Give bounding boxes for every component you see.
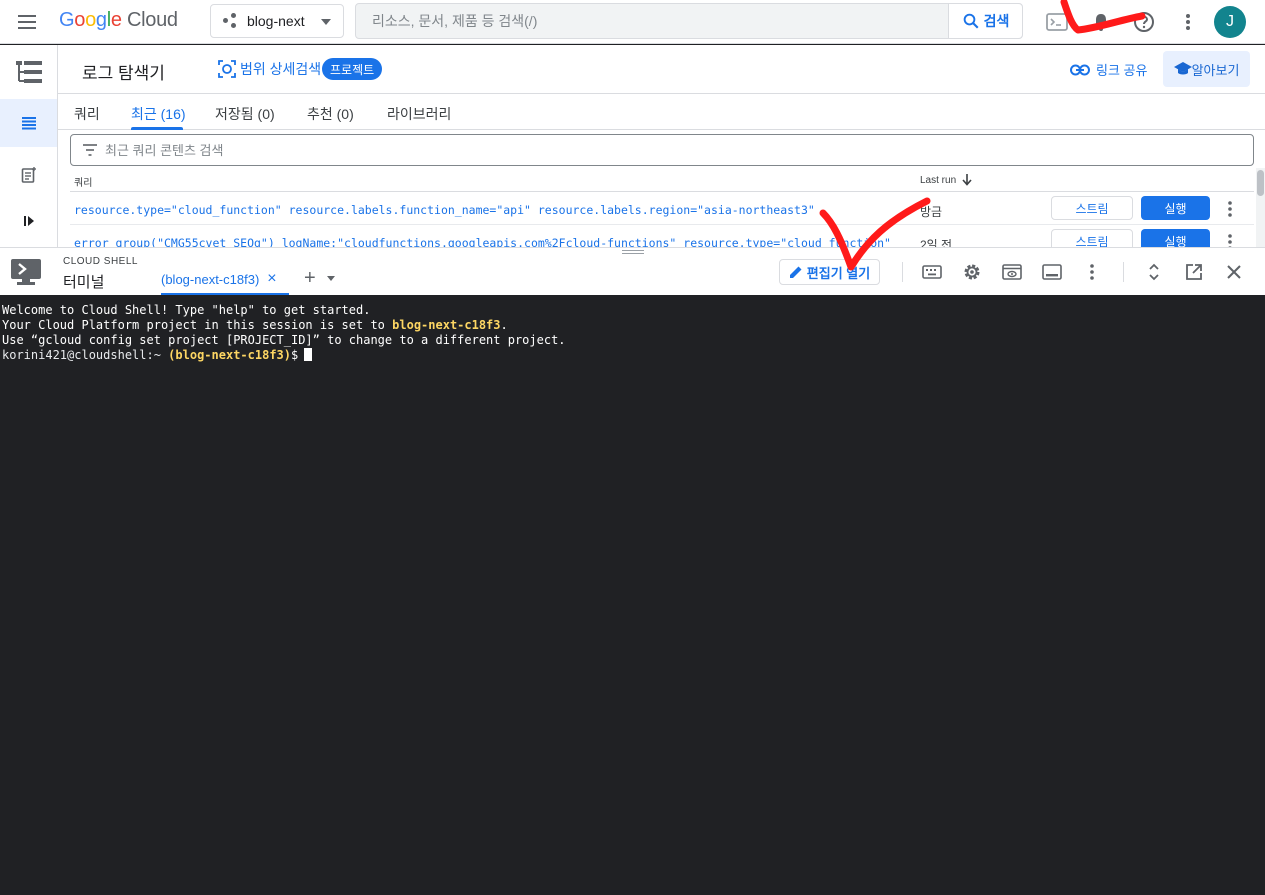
link-icon [1070,64,1090,75]
resize-handle[interactable] [622,250,644,254]
more-vert-icon[interactable] [1176,10,1200,34]
logs-explorer-nav-icon[interactable] [0,99,57,147]
project-name: blog-next [247,13,305,29]
cloud-shell-header: CLOUD SHELL 터미널 (blog-next-c18f3) × + 편집… [0,247,1265,295]
run-button[interactable]: 실행 [1141,229,1210,247]
column-header-last-run[interactable]: Last run [920,174,972,186]
add-tab-icon[interactable]: + [304,267,316,290]
main-menu-icon[interactable] [14,10,42,34]
last-run-time: 방금 [920,205,943,219]
search-icon [963,13,979,29]
terminal-line: Welcome to Cloud Shell! Type "help" to g… [2,303,371,317]
query-text[interactable]: error_group("CMG55cvet_SEOg") logName:"c… [74,236,894,247]
tab-recent[interactable]: 최근 (16) [131,104,186,124]
school-icon [1173,62,1192,75]
search-button[interactable]: 검색 [948,4,1022,38]
stream-button[interactable]: 스트림 [1051,229,1133,247]
page-title: 로그 탐색기 [82,64,165,83]
query-text[interactable]: resource.type="cloud_function" resource.… [74,203,894,217]
page-header: 로그 탐색기 범위 상세검색 프로젝트 링크 공유 알아보기 [58,45,1265,94]
project-picker[interactable]: blog-next [210,4,344,38]
terminal-output[interactable]: Welcome to Cloud Shell! Type "help" to g… [0,295,1265,895]
more-vert-icon[interactable] [1081,261,1103,283]
terminal-cursor [304,348,313,361]
scrollbar-thumb[interactable] [1257,170,1264,196]
tab-query[interactable]: 쿼리 [74,104,100,124]
tab-suggested[interactable]: 추천 (0) [307,104,354,124]
expand-collapse-icon[interactable] [1143,261,1165,283]
left-rail [0,45,58,247]
cloud-shell-logo-icon [11,259,41,285]
web-preview-icon[interactable] [1001,261,1023,283]
scope-badge: 프로젝트 [322,58,383,80]
query-tabs: 쿼리 최근 (16) 저장됨 (0) 추천 (0) 라이브러리 [58,94,1265,130]
chevron-down-icon [321,19,331,25]
help-icon[interactable] [1132,10,1156,34]
column-header-query: 쿼리 [74,178,93,189]
toolbar-divider [902,262,903,282]
scope-icon [218,60,236,78]
terminal-line: Your Cloud Platform project in this sess… [2,318,508,332]
tab-saved[interactable]: 저장됨 (0) [215,104,275,124]
close-icon[interactable] [1223,261,1245,283]
share-link-button[interactable]: 링크 공유 [1070,60,1147,79]
table-row: error_group("CMG55cvet_SEOg") logName:"c… [70,225,1254,247]
recent-queries-panel: 쿼리 Last run resource.type="cloud_functio… [58,130,1265,247]
filter-icon [83,144,97,156]
minimize-panel-icon[interactable] [1041,261,1063,283]
open-editor-button[interactable]: 편집기 열기 [779,259,880,285]
more-vert-icon[interactable] [1224,233,1236,247]
learn-button[interactable]: 알아보기 [1163,51,1250,87]
arrow-down-icon [962,174,972,186]
product-menu-icon[interactable] [0,51,57,95]
terminal-line: Use “gcloud config set project [PROJECT_… [2,333,566,347]
project-icon [223,13,239,29]
settings-gear-icon[interactable] [961,261,983,283]
expand-rail-icon[interactable] [0,201,57,241]
cloud-shell-label: CLOUD SHELL [63,256,138,267]
recent-query-search-input[interactable] [105,136,1205,164]
more-vert-icon[interactable] [1224,200,1236,218]
search-input[interactable] [356,4,948,38]
table-row: resource.type="cloud_function" resource.… [70,192,1254,225]
last-run-time: 2일 전 [920,238,953,247]
recent-query-filter [70,134,1254,166]
close-tab-icon[interactable]: × [267,270,276,288]
stream-button[interactable]: 스트림 [1051,196,1133,220]
terminal-prompt: korini421@cloudshell:~ (blog-next-c18f3)… [2,348,1263,363]
refine-scope-link[interactable]: 범위 상세검색 [218,59,321,79]
notifications-icon[interactable] [1089,10,1113,34]
edit-pencil-icon [789,266,802,278]
top-bar: Google Cloud blog-next 검색 J [0,0,1265,44]
terminal-tab[interactable]: (blog-next-c18f3) × [161,270,277,288]
chevron-down-icon[interactable] [327,276,335,281]
open-new-window-icon[interactable] [1183,261,1205,283]
run-button[interactable]: 실행 [1141,196,1210,220]
toolbar-divider [1123,262,1124,282]
terminal-title: 터미널 [63,274,105,291]
log-analytics-nav-icon[interactable] [0,155,57,195]
cloud-shell-icon[interactable] [1045,10,1069,34]
app-window: Google Cloud blog-next 검색 J [0,0,1265,895]
tab-library[interactable]: 라이브러리 [387,104,451,124]
search-bar: 검색 [355,3,1023,39]
keyboard-icon[interactable] [921,261,943,283]
google-cloud-logo[interactable]: Google Cloud [59,9,178,32]
table-scrollbar[interactable] [1256,168,1265,247]
avatar[interactable]: J [1214,6,1246,38]
